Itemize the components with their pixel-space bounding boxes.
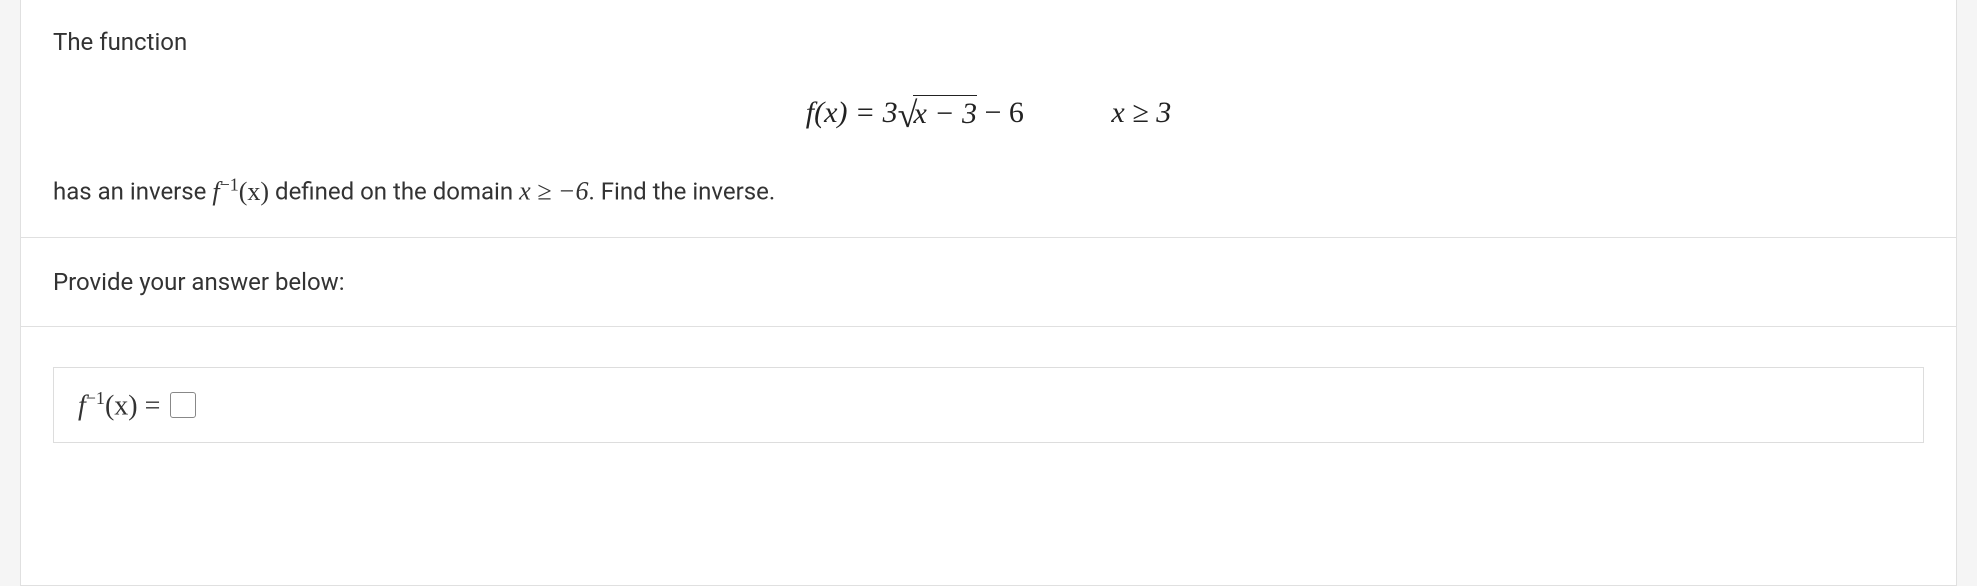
intro-text: The function: [53, 28, 1924, 56]
answer-prompt: Provide your answer below:: [53, 268, 1924, 296]
inverse-text-prefix: has an inverse: [53, 178, 212, 206]
answer-f: f: [78, 390, 86, 421]
after-sqrt: − 6: [977, 96, 1024, 129]
question-container: The function f(x) = 3√x − 3 − 6 x ≥ 3 ha…: [20, 0, 1957, 586]
f-symbol: f: [212, 177, 219, 206]
answer-arg: (x): [105, 390, 138, 421]
answer-input-section: f−1(x) =: [21, 327, 1956, 493]
inverse-text-mid: defined on the domain: [269, 178, 519, 206]
inverse-description: has an inverse f−1(x) defined on the dom…: [53, 174, 1924, 207]
sqrt-expression: √x − 3: [898, 94, 977, 136]
equation-main: f(x) = 3√x − 3 − 6: [806, 94, 1024, 136]
inverse-superscript: −1: [220, 174, 239, 194]
answer-prefix: f−1(x) =: [78, 388, 160, 422]
answer-equals: =: [138, 390, 161, 421]
answer-input[interactable]: [170, 392, 196, 418]
equation-lhs: f(x) = 3: [806, 96, 898, 129]
inverse-domain: x ≥ −6: [519, 177, 588, 206]
inverse-notation: f−1(x): [212, 177, 269, 206]
answer-box[interactable]: f−1(x) =: [53, 367, 1924, 443]
inverse-text-suffix: . Find the inverse.: [588, 178, 775, 206]
inverse-domain-expr: x ≥ −6: [519, 177, 588, 206]
equation-domain: x ≥ 3: [1111, 96, 1171, 130]
sqrt-content: x − 3: [913, 95, 977, 131]
equation-row: f(x) = 3√x − 3 − 6 x ≥ 3: [53, 94, 1924, 136]
question-section: The function f(x) = 3√x − 3 − 6 x ≥ 3 ha…: [21, 0, 1956, 238]
answer-superscript: −1: [86, 388, 105, 408]
answer-prompt-section: Provide your answer below:: [21, 238, 1956, 327]
inverse-arg: (x): [239, 177, 269, 206]
